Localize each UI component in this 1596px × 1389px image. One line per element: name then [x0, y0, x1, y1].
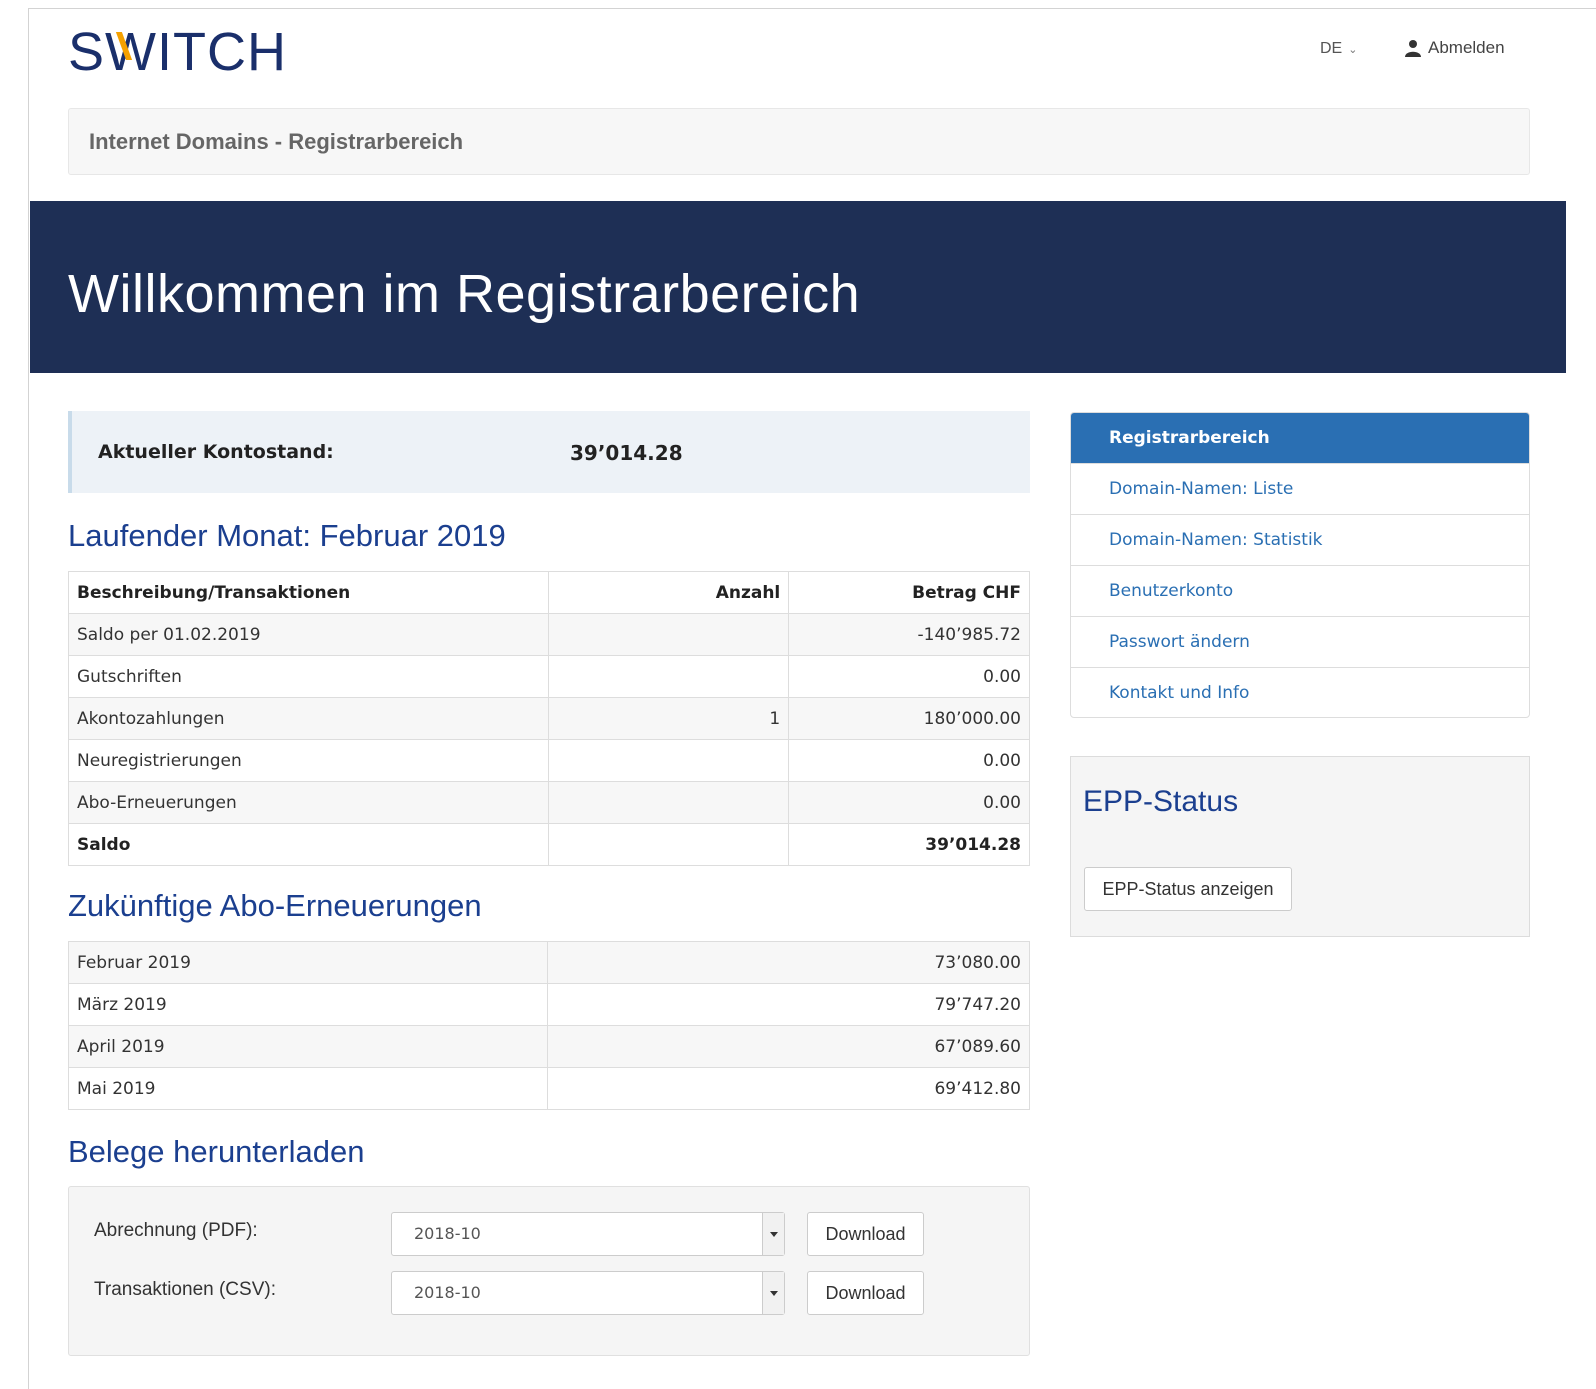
- csv-period-select[interactable]: 2018-10: [391, 1271, 785, 1315]
- row-count: [547, 739, 790, 782]
- sidebar-item-registrarbereich[interactable]: Registrarbereich: [1071, 413, 1529, 464]
- row-amount: 0.00: [788, 781, 1030, 824]
- future-renewals-table: Februar 2019 73’080.00 März 2019 79’747.…: [67, 941, 1030, 1110]
- language-label: DE: [1320, 40, 1343, 57]
- sidebar-item-domain-list[interactable]: Domain-Namen: Liste: [1071, 463, 1529, 514]
- future-renewals-heading: Zukünftige Abo-Erneuerungen: [68, 888, 482, 923]
- hero-banner: Willkommen im Registrarbereich: [30, 201, 1566, 373]
- table-row: März 2019 79’747.20: [67, 983, 1030, 1026]
- sidebar-item-label: Benutzerkonto: [1109, 581, 1234, 601]
- table-row: Februar 2019 73’080.00: [67, 941, 1030, 984]
- logout-label: Abmelden: [1428, 38, 1505, 57]
- download-label-pdf: Abrechnung (PDF):: [94, 1220, 258, 1241]
- row-description: Gutschriften: [68, 655, 549, 698]
- sidebar-item-domain-statistics[interactable]: Domain-Namen: Statistik: [1071, 514, 1529, 565]
- sidebar-item-label: Passwort ändern: [1109, 632, 1250, 652]
- page-title: Willkommen im Registrarbereich: [68, 264, 861, 324]
- table-row: April 2019 67’089.60: [67, 1025, 1030, 1068]
- csv-download-button[interactable]: Download: [807, 1271, 924, 1315]
- account-balance-box: Aktueller Kontostand: 39’014.28: [68, 411, 1030, 493]
- row-description: Saldo: [68, 823, 549, 866]
- renewal-month: Februar 2019: [67, 941, 549, 984]
- download-label-csv: Transaktionen (CSV):: [94, 1279, 276, 1300]
- table-row: Gutschriften 0.00: [68, 655, 1030, 698]
- row-amount: 39’014.28: [788, 823, 1030, 866]
- row-description: Neuregistrierungen: [68, 739, 549, 782]
- section-navbar-title[interactable]: Internet Domains - Registrarbereich: [89, 129, 463, 155]
- download-row-pdf: Abrechnung (PDF): 2018-10 Download: [69, 1212, 1029, 1256]
- downloads-panel: Abrechnung (PDF): 2018-10 Download Trans…: [68, 1186, 1030, 1356]
- user-icon: [1405, 40, 1421, 57]
- sidebar-item-user-account[interactable]: Benutzerkonto: [1071, 565, 1529, 616]
- logo-accent: [115, 32, 133, 60]
- table-row: Mai 2019 69’412.80: [67, 1067, 1030, 1110]
- pdf-period-value: 2018-10: [414, 1224, 481, 1243]
- current-month-heading: Laufender Monat: Februar 2019: [68, 518, 506, 553]
- sidebar-item-change-password[interactable]: Passwort ändern: [1071, 616, 1529, 667]
- row-amount: 180’000.00: [788, 697, 1030, 740]
- renewal-amount: 69’412.80: [547, 1067, 1030, 1110]
- renewal-amount: 79’747.20: [547, 983, 1030, 1026]
- logo-w: W: [105, 22, 157, 82]
- caret-down-icon[interactable]: [762, 1272, 784, 1314]
- sidebar-item-label: Registrarbereich: [1109, 428, 1270, 448]
- table-row: Akontozahlungen 1 180’000.00: [68, 697, 1030, 740]
- caret-down-icon[interactable]: [762, 1213, 784, 1255]
- column-header-description: Beschreibung/Transaktionen: [68, 571, 549, 614]
- table-total-row: Saldo 39’014.28: [68, 823, 1030, 866]
- table-row: Neuregistrierungen 0.00: [68, 739, 1030, 782]
- column-header-amount: Betrag CHF: [788, 571, 1030, 614]
- row-description: Akontozahlungen: [68, 697, 549, 740]
- row-amount: 0.00: [788, 655, 1030, 698]
- renewal-month: Mai 2019: [67, 1067, 549, 1110]
- column-header-count: Anzahl: [547, 571, 790, 614]
- table-row: Abo-Erneuerungen 0.00: [68, 781, 1030, 824]
- pdf-period-select[interactable]: 2018-10: [391, 1212, 785, 1256]
- renewal-month: März 2019: [67, 983, 549, 1026]
- sidebar-item-contact-info[interactable]: Kontakt und Info: [1071, 667, 1529, 717]
- table-header-row: Beschreibung/Transaktionen Anzahl Betrag…: [68, 571, 1030, 614]
- switch-logo[interactable]: SW ITCH: [68, 22, 287, 82]
- downloads-heading: Belege herunterladen: [68, 1134, 365, 1169]
- row-count: [547, 781, 790, 824]
- row-count: [547, 823, 790, 866]
- logout-link[interactable]: Abmelden: [1404, 38, 1505, 58]
- sidebar-item-label: Kontakt und Info: [1109, 683, 1250, 703]
- download-row-csv: Transaktionen (CSV): 2018-10 Download: [69, 1271, 1029, 1315]
- row-count: [547, 655, 790, 698]
- row-amount: -140’985.72: [788, 613, 1030, 656]
- epp-status-panel: EPP-Status EPP-Status anzeigen: [1070, 756, 1530, 937]
- current-month-table: Beschreibung/Transaktionen Anzahl Betrag…: [68, 571, 1030, 866]
- epp-status-heading: EPP-Status: [1083, 785, 1239, 818]
- renewal-amount: 73’080.00: [547, 941, 1030, 984]
- sidebar-nav: Registrarbereich Domain-Namen: Liste Dom…: [1070, 412, 1530, 718]
- section-navbar: Internet Domains - Registrarbereich: [68, 108, 1530, 175]
- row-description: Saldo per 01.02.2019: [68, 613, 549, 656]
- row-description: Abo-Erneuerungen: [68, 781, 549, 824]
- renewal-amount: 67’089.60: [547, 1025, 1030, 1068]
- balance-value: 39’014.28: [570, 441, 683, 465]
- balance-label: Aktueller Kontostand:: [98, 441, 334, 463]
- chevron-down-icon: ⌄: [1348, 44, 1358, 56]
- sidebar-item-label: Domain-Namen: Liste: [1109, 479, 1294, 499]
- show-epp-status-button[interactable]: EPP-Status anzeigen: [1084, 867, 1292, 911]
- table-row: Saldo per 01.02.2019 -140’985.72: [68, 613, 1030, 656]
- row-amount: 0.00: [788, 739, 1030, 782]
- renewal-month: April 2019: [67, 1025, 549, 1068]
- sidebar-item-label: Domain-Namen: Statistik: [1109, 530, 1323, 550]
- language-selector[interactable]: DE ⌄: [1320, 40, 1357, 58]
- pdf-download-button[interactable]: Download: [807, 1212, 924, 1256]
- row-count: 1: [547, 697, 790, 740]
- row-count: [547, 613, 790, 656]
- csv-period-value: 2018-10: [414, 1283, 481, 1302]
